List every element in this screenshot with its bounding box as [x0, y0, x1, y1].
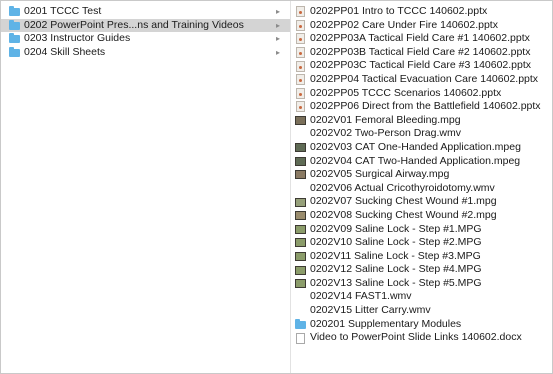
finder-column-view: 0201 TCCC Test ▸ 0202 PowerPoint Pres...…: [0, 0, 553, 374]
folder-row-supplementary-modules[interactable]: 020201 Supplementary Modules: [291, 318, 552, 332]
file-row[interactable]: 0202V02 Two-Person Drag.wmv: [291, 127, 552, 141]
file-label: 0202PP03A Tactical Field Care #1 140602.…: [310, 32, 530, 45]
blank-file-icon: [295, 129, 306, 139]
file-row[interactable]: 0202V01 Femoral Bleeding.mpg: [291, 114, 552, 128]
file-label: 0202PP05 TCCC Scenarios 140602.pptx: [310, 86, 502, 99]
file-row[interactable]: 0202V06 Actual Cricothyroidotomy.wmv: [291, 182, 552, 196]
file-row[interactable]: 0202PP01 Intro to TCCC 140602.pptx: [291, 5, 552, 19]
file-label: 0202V14 FAST1.wmv: [310, 290, 412, 303]
file-row[interactable]: 0202V14 FAST1.wmv: [291, 290, 552, 304]
file-row[interactable]: 0202PP03A Tactical Field Care #1 140602.…: [291, 32, 552, 46]
pptx-file-icon: [296, 87, 305, 99]
pptx-file-icon: [296, 60, 305, 72]
folder-contents-column[interactable]: 0202PP01 Intro to TCCC 140602.pptx 0202P…: [291, 1, 552, 373]
pptx-file-icon: [296, 47, 305, 59]
video-thumbnail-icon: [295, 265, 306, 275]
file-row[interactable]: 0202PP05 TCCC Scenarios 140602.pptx: [291, 87, 552, 101]
pptx-file-icon: [296, 19, 305, 31]
file-row[interactable]: 0202V07 Sucking Chest Wound #1.mpg: [291, 195, 552, 209]
video-thumbnail-icon: [295, 224, 306, 234]
file-label: 0202V09 Saline Lock - Step #1.MPG: [310, 222, 482, 235]
file-row[interactable]: 0202V10 Saline Lock - Step #2.MPG: [291, 236, 552, 250]
file-label: 0202PP06 Direct from the Battlefield 140…: [310, 100, 541, 113]
folder-row-0201-tccc-test[interactable]: 0201 TCCC Test ▸: [1, 5, 290, 19]
file-row[interactable]: 0202V05 Surgical Airway.mpg: [291, 168, 552, 182]
file-row[interactable]: 0202V13 Saline Lock - Step #5.MPG: [291, 277, 552, 291]
file-label: 0202V03 CAT One-Handed Application.mpeg: [310, 140, 521, 153]
parent-folder-column[interactable]: 0201 TCCC Test ▸ 0202 PowerPoint Pres...…: [1, 1, 291, 373]
chevron-right-icon: ▸: [275, 34, 280, 44]
blank-file-icon: [295, 184, 306, 194]
folder-label: 0203 Instructor Guides: [24, 32, 131, 45]
blank-file-icon: [295, 306, 306, 316]
video-thumbnail-icon: [295, 170, 306, 180]
file-label: 0202PP03C Tactical Field Care #3 140602.…: [310, 59, 532, 72]
file-label: 0202V10 Saline Lock - Step #2.MPG: [310, 236, 482, 249]
folder-label: 0202 PowerPoint Pres...ns and Training V…: [24, 18, 244, 31]
folder-label: 0204 Skill Sheets: [24, 45, 106, 58]
folder-icon: [9, 6, 20, 17]
file-label: 0202PP04 Tactical Evacuation Care 140602…: [310, 72, 539, 85]
blank-file-icon: [295, 292, 306, 302]
folder-row-0204-skill-sheets[interactable]: 0204 Skill Sheets ▸: [1, 46, 290, 60]
video-thumbnail-icon: [295, 238, 306, 248]
docx-file-icon: [296, 332, 305, 344]
file-label: 0202V15 Litter Carry.wmv: [310, 304, 431, 317]
pptx-file-icon: [296, 33, 305, 45]
video-thumbnail-icon: [295, 251, 306, 261]
video-thumbnail-icon: [295, 143, 306, 153]
file-label: 0202V08 Sucking Chest Wound #2.mpg: [310, 208, 497, 221]
pptx-file-icon: [296, 74, 305, 86]
file-row[interactable]: 0202PP03C Tactical Field Care #3 140602.…: [291, 59, 552, 73]
file-row[interactable]: 0202V15 Litter Carry.wmv: [291, 304, 552, 318]
file-label: 0202V05 Surgical Airway.mpg: [310, 168, 450, 181]
folder-label: 0201 TCCC Test: [24, 5, 102, 17]
file-row[interactable]: 0202PP03B Tactical Field Care #2 140602.…: [291, 46, 552, 60]
file-label: 0202PP02 Care Under Fire 140602.pptx: [310, 18, 498, 31]
folder-icon: [9, 19, 20, 30]
file-row[interactable]: 0202PP06 Direct from the Battlefield 140…: [291, 100, 552, 114]
folder-row-0202-powerpoint-presentations[interactable]: 0202 PowerPoint Pres...ns and Training V…: [1, 18, 290, 33]
file-label: 0202V12 Saline Lock - Step #4.MPG: [310, 263, 482, 276]
chevron-right-icon: ▸: [275, 47, 280, 57]
file-row[interactable]: 0202V11 Saline Lock - Step #3.MPG: [291, 250, 552, 264]
video-thumbnail-icon: [295, 156, 306, 166]
folder-icon: [295, 318, 306, 329]
folder-row-0203-instructor-guides[interactable]: 0203 Instructor Guides ▸: [1, 32, 290, 46]
file-label: 0202V04 CAT Two-Handed Application.mpeg: [310, 154, 521, 167]
file-row[interactable]: 0202PP02 Care Under Fire 140602.pptx: [291, 19, 552, 33]
chevron-right-icon: ▸: [275, 20, 280, 30]
file-row[interactable]: 0202V04 CAT Two-Handed Application.mpeg: [291, 155, 552, 169]
file-label: 020201 Supplementary Modules: [310, 317, 462, 330]
folder-icon: [9, 33, 20, 44]
video-thumbnail-icon: [295, 197, 306, 207]
file-label: 0202PP03B Tactical Field Care #2 140602.…: [310, 45, 531, 58]
video-thumbnail-icon: [295, 116, 306, 126]
file-row[interactable]: Video to PowerPoint Slide Links 140602.d…: [291, 331, 552, 345]
chevron-right-icon: ▸: [275, 7, 280, 16]
pptx-file-icon: [296, 101, 305, 113]
pptx-file-icon: [296, 6, 305, 18]
file-row[interactable]: 0202PP04 Tactical Evacuation Care 140602…: [291, 73, 552, 87]
file-label: 0202V06 Actual Cricothyroidotomy.wmv: [310, 181, 495, 194]
file-label: 0202V11 Saline Lock - Step #3.MPG: [310, 249, 481, 262]
video-thumbnail-icon: [295, 211, 306, 221]
file-row[interactable]: 0202V09 Saline Lock - Step #1.MPG: [291, 223, 552, 237]
file-row[interactable]: 0202V12 Saline Lock - Step #4.MPG: [291, 263, 552, 277]
folder-icon: [9, 47, 20, 58]
file-label: 0202V01 Femoral Bleeding.mpg: [310, 113, 461, 126]
file-label: 0202V02 Two-Person Drag.wmv: [310, 127, 461, 140]
file-label: 0202PP01 Intro to TCCC 140602.pptx: [310, 5, 488, 17]
video-thumbnail-icon: [295, 279, 306, 289]
file-label: Video to PowerPoint Slide Links 140602.d…: [310, 331, 522, 344]
file-row[interactable]: 0202V08 Sucking Chest Wound #2.mpg: [291, 209, 552, 223]
file-row[interactable]: 0202V03 CAT One-Handed Application.mpeg: [291, 141, 552, 155]
file-label: 0202V13 Saline Lock - Step #5.MPG: [310, 276, 482, 289]
file-label: 0202V07 Sucking Chest Wound #1.mpg: [310, 195, 497, 208]
